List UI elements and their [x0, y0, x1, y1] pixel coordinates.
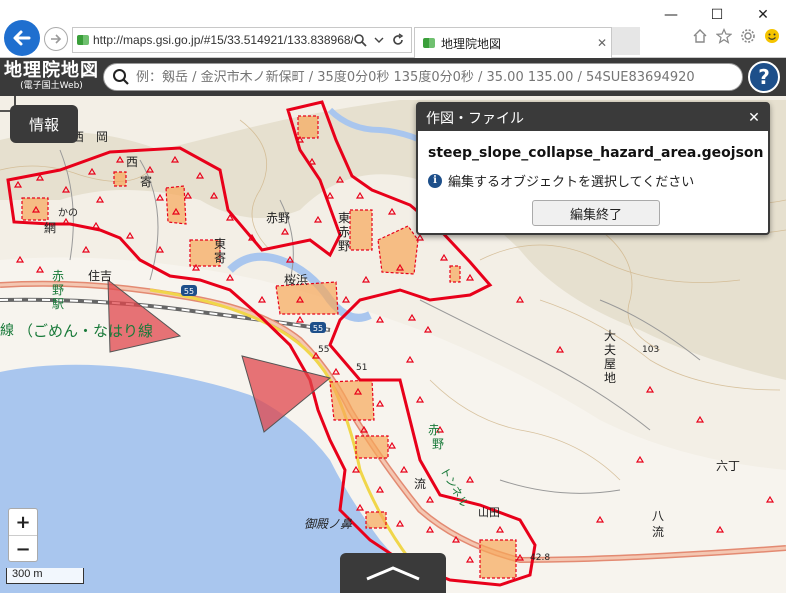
place-label: 大: [604, 329, 616, 343]
address-url[interactable]: http://maps.gsi.go.jp/#15/33.514921/133.…: [89, 33, 353, 47]
elevation-label: 55: [318, 345, 329, 355]
place-label: 桜浜: [284, 273, 308, 287]
arrow-right-icon: [51, 34, 62, 44]
route-number: 55: [184, 287, 194, 296]
place-label: 夫: [604, 343, 616, 357]
close-window-button[interactable]: ✕: [740, 0, 786, 30]
bottom-panel-toggle[interactable]: [340, 553, 446, 593]
minimize-button[interactable]: —: [648, 0, 694, 30]
tunnel-label: 野: [432, 437, 444, 451]
arrow-left-icon: [13, 30, 31, 46]
panel-header: 作図・ファイル ✕: [418, 104, 768, 131]
place-label: 野: [338, 239, 350, 253]
elevation-label: 51: [356, 363, 367, 373]
browser-tab[interactable]: 地理院地図 ✕: [414, 27, 612, 58]
logo-sub-text: (電子国土Web): [20, 81, 83, 91]
hazard-area[interactable]: [165, 185, 187, 225]
place-label: 寄: [214, 250, 226, 265]
place-label: 山田: [478, 506, 500, 519]
hazard-area[interactable]: [479, 539, 517, 579]
search-icon: [113, 69, 129, 85]
tab-close-icon[interactable]: ✕: [593, 36, 611, 50]
info-icon: i: [428, 173, 442, 188]
hazard-area[interactable]: [355, 435, 389, 459]
app-logo[interactable]: 地理院地図 (電子国土Web): [4, 60, 99, 92]
elevation-label: 103: [642, 345, 659, 355]
refresh-icon[interactable]: [391, 33, 405, 47]
panel-message-text: 編集するオブジェクトを選択してください: [448, 175, 695, 190]
station-label: 赤: [52, 269, 64, 283]
station-label: 野: [52, 283, 64, 297]
home-icon[interactable]: [692, 28, 708, 44]
place-label: 屋: [604, 357, 616, 371]
close-icon[interactable]: ✕: [740, 110, 768, 126]
route-shield: 55: [181, 285, 197, 296]
zoom-in-button[interactable]: +: [9, 509, 37, 535]
address-bar[interactable]: http://maps.gsi.go.jp/#15/33.514921/133.…: [72, 27, 412, 53]
place-label: 地: [604, 371, 616, 385]
geojson-filename: steep_slope_collapse_hazard_area.geojson: [428, 145, 764, 161]
address-icons: [353, 33, 411, 47]
site-favicon-icon: [77, 35, 89, 45]
hazard-area[interactable]: [329, 379, 375, 421]
chevron-up-icon: [366, 566, 420, 581]
hazard-area[interactable]: [349, 209, 373, 251]
hazard-area[interactable]: [365, 511, 387, 529]
smiley-icon[interactable]: [764, 28, 780, 44]
place-label: 網: [44, 221, 56, 235]
help-button[interactable]: ?: [748, 61, 780, 93]
hazard-area[interactable]: [297, 115, 319, 139]
zoom-out-button[interactable]: −: [9, 536, 37, 562]
route-shield: 55: [310, 322, 326, 333]
window-controls: — ☐ ✕: [648, 0, 786, 30]
info-button[interactable]: 情報: [10, 105, 78, 143]
dropdown-icon[interactable]: [373, 33, 385, 47]
logo-main-text: 地理院地図: [4, 60, 99, 81]
place-label: 東: [214, 237, 226, 251]
browser-chrome: — ☐ ✕ http://maps.gsi.go.jp/#15/33.51492…: [0, 0, 786, 58]
draw-file-panel: 作図・ファイル ✕ steep_slope_collapse_hazard_ar…: [416, 102, 770, 235]
maximize-button[interactable]: ☐: [694, 0, 740, 30]
cape-label: 御殿ノ鼻: [304, 517, 352, 531]
browser-tools: [692, 28, 780, 44]
panel-message: i 編集するオブジェクトを選択してください: [418, 161, 768, 190]
finish-edit-button[interactable]: 編集終了: [532, 200, 660, 226]
place-label: 赤: [338, 225, 350, 239]
place-label: 東: [338, 211, 350, 225]
place-label: 寄: [140, 174, 152, 189]
star-icon[interactable]: [716, 28, 732, 44]
tunnel-label: 赤: [428, 423, 440, 437]
hazard-area[interactable]: [113, 171, 127, 187]
tab-title: 地理院地図: [441, 36, 502, 51]
place-label: 八: [652, 509, 664, 523]
panel-title: 作図・ファイル: [426, 110, 524, 127]
forward-button[interactable]: [44, 27, 68, 51]
new-tab-button[interactable]: [612, 27, 640, 55]
place-label: かの: [58, 207, 78, 219]
search-input[interactable]: [130, 69, 742, 85]
place-label: 住吉: [88, 269, 112, 283]
gear-icon[interactable]: [740, 28, 756, 44]
place-label: 西: [126, 155, 138, 169]
tab-favicon-icon: [423, 38, 435, 48]
hazard-area[interactable]: [449, 265, 461, 283]
back-button[interactable]: [4, 20, 40, 56]
station-label: 駅: [52, 297, 64, 311]
place-label: 流: [652, 525, 664, 539]
place-label: 流: [414, 477, 426, 491]
place-label: 六丁: [716, 459, 740, 473]
scale-bar: 300 m: [6, 568, 84, 584]
rail-label: （ごめん・なはり線: [18, 322, 153, 340]
search-box: [103, 63, 743, 91]
zoom-control: + −: [8, 508, 38, 562]
rail-label: 線: [0, 323, 14, 339]
app-header: 地理院地図 (電子国土Web) ?: [0, 58, 786, 96]
search-icon[interactable]: [353, 33, 367, 47]
route-number: 55: [313, 324, 323, 333]
place-label: 赤野: [266, 211, 290, 225]
elevation-label: 42.8: [530, 553, 550, 563]
